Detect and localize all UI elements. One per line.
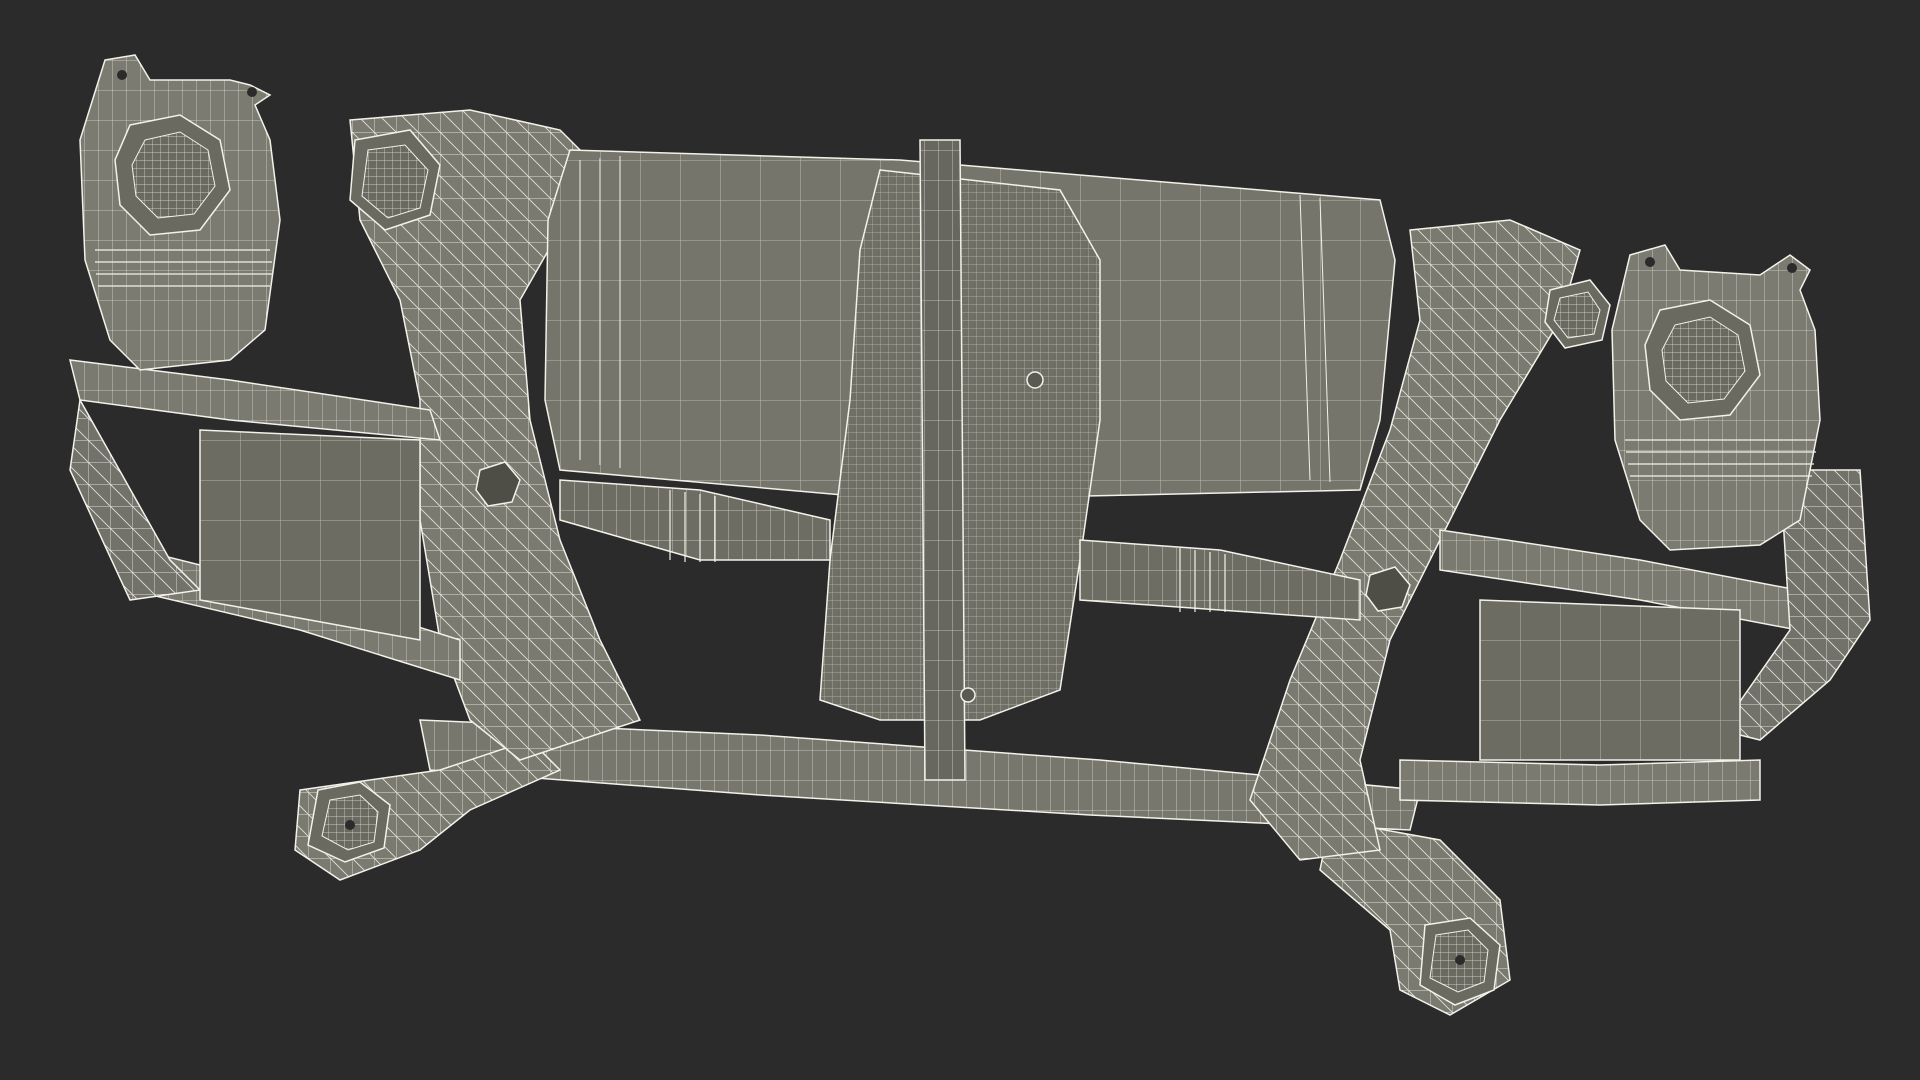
left-strut-mount	[79, 54, 281, 371]
render-viewport	[0, 0, 1920, 1080]
left-control-arm	[69, 359, 461, 682]
left-rear-bushing	[1544, 279, 1611, 349]
left-drive-shaft	[559, 479, 831, 562]
right-strut-mount	[1611, 244, 1821, 551]
wireframe-render	[69, 54, 1871, 1016]
right-drive-shaft	[1079, 539, 1361, 621]
